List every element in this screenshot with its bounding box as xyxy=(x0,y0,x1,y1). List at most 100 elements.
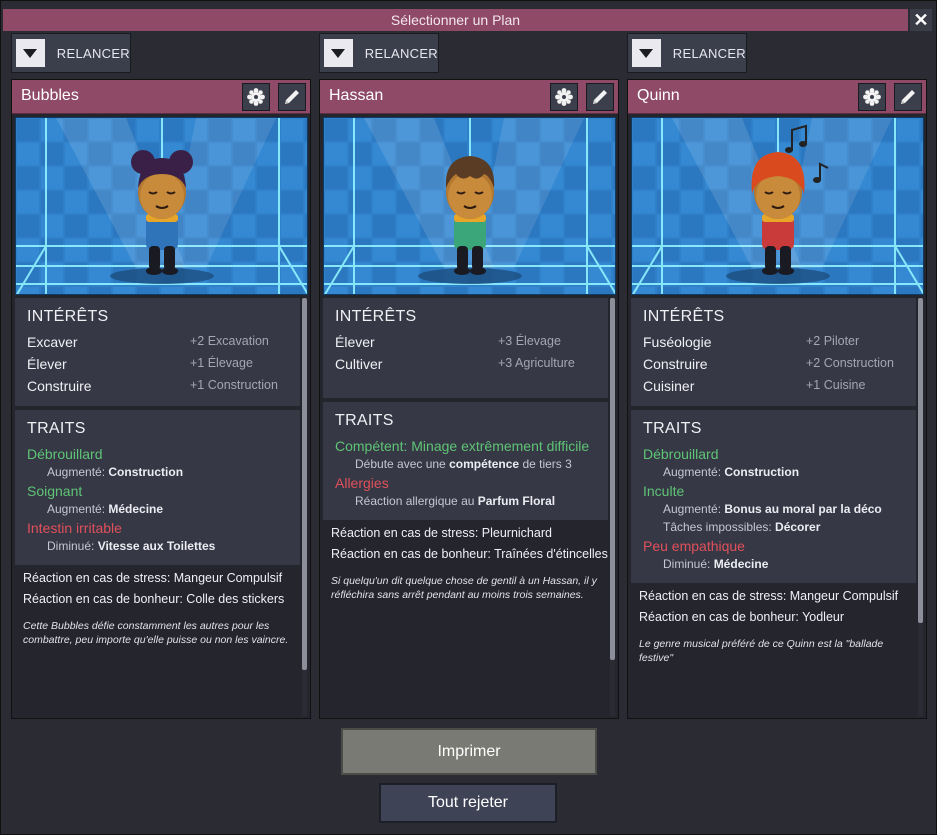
interest-bonus: +2 Excavation xyxy=(190,334,269,348)
interest-name: Construire xyxy=(643,356,708,372)
trait-description: Augmenté: Bonus au moral par la déco xyxy=(663,502,882,516)
rename-button[interactable] xyxy=(586,83,614,111)
reroll-button[interactable]: RELANCER xyxy=(319,33,439,73)
portrait-image xyxy=(15,117,308,295)
customize-button[interactable] xyxy=(858,83,886,111)
interests-section: INTÉRÊTS Élever +3 Élevage Cultiver +3 Agr… xyxy=(323,298,608,398)
trait-description: Augmenté: Médecine xyxy=(47,502,164,516)
interests-title: INTÉRÊTS xyxy=(335,308,417,325)
interests-section: INTÉRÊTS Excaver +2 Excavation Élever +1 É… xyxy=(15,298,300,406)
bio-text: Le genre musical préféré de ce Quinn est… xyxy=(639,638,884,664)
traits-section: TRAITS Débrouillard Augmenté: Constructi… xyxy=(15,410,300,565)
interests-section: INTÉRÊTS Fuséologie +2 Piloter Construire… xyxy=(631,298,916,406)
interest-bonus: +3 Agriculture xyxy=(498,356,575,370)
interest-bonus: +1 Élevage xyxy=(190,356,253,370)
pencil-icon xyxy=(901,90,915,104)
bio-text: Si quelqu'un dit quelque chose de gentil… xyxy=(331,575,597,601)
scrollbar-thumb[interactable] xyxy=(918,298,923,623)
chevron-down-icon xyxy=(16,39,45,67)
traits-title: TRAITS xyxy=(27,420,86,437)
reject-all-button[interactable]: Tout rejeter xyxy=(379,783,557,823)
trait-description: Débute avec une compétence de tiers 3 xyxy=(355,457,572,471)
trait-name: Peu empathique xyxy=(643,538,745,554)
stress-reaction: Réaction en cas de stress: Mangeur Compu… xyxy=(23,571,283,585)
interest-bonus: +2 Piloter xyxy=(806,334,860,348)
reroll-button[interactable]: RELANCER xyxy=(627,33,747,73)
duplicant-card: Hassan INTÉRÊTS Élever +3 Élevage Cultive… xyxy=(319,79,619,719)
details-scrollbar[interactable] xyxy=(918,298,923,716)
customize-button[interactable] xyxy=(242,83,270,111)
duplicant-name: Quinn xyxy=(637,87,680,104)
close-icon: ✕ xyxy=(913,9,929,30)
stress-reaction: Réaction en cas de stress: Mangeur Compu… xyxy=(639,589,899,603)
joy-reaction: Réaction en cas de bonheur: Yodleur xyxy=(639,610,845,624)
trait-name: Soignant xyxy=(27,483,83,499)
pencil-icon xyxy=(285,90,299,104)
gear-icon xyxy=(863,88,881,106)
rename-button[interactable] xyxy=(278,83,306,111)
interest-bonus: +2 Construction xyxy=(806,356,894,370)
candidate-column-1: RELANCER Hassan INTÉRÊTS Élever +3 Élevag… xyxy=(319,33,619,719)
scrollbar-thumb[interactable] xyxy=(610,298,615,660)
candidate-column-2: RELANCER Quinn INTÉRÊTS Fuséologie +2 Pil… xyxy=(627,33,927,719)
traits-section: TRAITS Compétent: Minage extrêmement dif… xyxy=(323,402,608,520)
customize-button[interactable] xyxy=(550,83,578,111)
window-title: Sélectionner un Plan xyxy=(3,9,908,31)
details-scrollbar[interactable] xyxy=(302,298,307,716)
interest-bonus: +3 Élevage xyxy=(498,334,561,348)
trait-name: Débrouillard xyxy=(643,446,719,462)
interest-name: Élever xyxy=(27,356,67,372)
details-panel: INTÉRÊTS Élever +3 Élevage Cultiver +3 Agr… xyxy=(323,298,608,716)
interest-name: Élever xyxy=(335,334,375,350)
joy-reaction: Réaction en cas de bonheur: Traînées d'é… xyxy=(331,547,608,561)
trait-name: Inculte xyxy=(643,483,685,499)
chevron-down-icon xyxy=(324,39,353,67)
traits-title: TRAITS xyxy=(643,420,702,437)
interest-name: Cuisiner xyxy=(643,378,695,394)
interest-row: Élever +1 Élevage xyxy=(15,354,300,376)
chevron-down-icon xyxy=(632,39,661,67)
interest-row: Construire +2 Construction xyxy=(631,354,916,376)
bio-text: Cette Bubbles défie constamment les autr… xyxy=(23,620,289,646)
trait-name: Compétent: Minage extrêmement difficile xyxy=(335,438,590,454)
joy-reaction: Réaction en cas de bonheur: Colle des st… xyxy=(23,592,285,606)
print-button[interactable]: Imprimer xyxy=(341,728,597,775)
trait-description: Augmenté: Construction xyxy=(47,465,184,479)
trait-description: Diminué: Vitesse aux Toilettes xyxy=(47,539,216,553)
duplicant-name: Hassan xyxy=(329,87,384,104)
details-panel: INTÉRÊTS Fuséologie +2 Piloter Construire… xyxy=(631,298,916,716)
traits-section: TRAITS Débrouillard Augmenté: Constructi… xyxy=(631,410,916,583)
details-scrollbar[interactable] xyxy=(610,298,615,716)
trait-name: Allergies xyxy=(335,475,389,491)
name-bar: Hassan xyxy=(320,80,618,114)
interest-name: Cultiver xyxy=(335,356,383,372)
interests-title: INTÉRÊTS xyxy=(643,308,725,325)
scrollbar-thumb[interactable] xyxy=(302,298,307,670)
duplicant-name: Bubbles xyxy=(21,87,79,104)
reroll-button[interactable]: RELANCER xyxy=(11,33,131,73)
name-bar: Bubbles xyxy=(12,80,310,114)
interest-row: Excaver +2 Excavation xyxy=(15,332,300,354)
name-bar: Quinn xyxy=(628,80,926,114)
rename-button[interactable] xyxy=(894,83,922,111)
reroll-label: RELANCER xyxy=(364,45,438,61)
traits-title: TRAITS xyxy=(335,412,394,429)
interest-bonus: +1 Construction xyxy=(190,378,278,392)
interest-row: Cuisiner +1 Cuisine xyxy=(631,376,916,398)
stress-reaction: Réaction en cas de stress: Pleurnichard xyxy=(331,526,552,540)
close-button[interactable]: ✕ xyxy=(910,9,932,31)
portrait-image xyxy=(323,117,616,295)
duplicant-card: Bubbles INTÉRÊTS Excaver +2 Excavation Él… xyxy=(11,79,311,719)
interest-row: Élever +3 Élevage xyxy=(323,332,608,354)
interest-bonus: +1 Cuisine xyxy=(806,378,866,392)
blueprint-select-window: Sélectionner un Plan ✕ RELANCER Bubbles … xyxy=(0,0,937,835)
interest-row: Fuséologie +2 Piloter xyxy=(631,332,916,354)
interest-row: Construire +1 Construction xyxy=(15,376,300,398)
reroll-label: RELANCER xyxy=(56,45,130,61)
trait-description: Diminué: Médecine xyxy=(663,557,769,571)
details-panel: INTÉRÊTS Excaver +2 Excavation Élever +1 É… xyxy=(15,298,300,716)
trait-description: Augmenté: Construction xyxy=(663,465,800,479)
interest-name: Construire xyxy=(27,378,92,394)
trait-description: Tâches impossibles: Décorer xyxy=(663,520,821,534)
portrait-image xyxy=(631,117,924,295)
